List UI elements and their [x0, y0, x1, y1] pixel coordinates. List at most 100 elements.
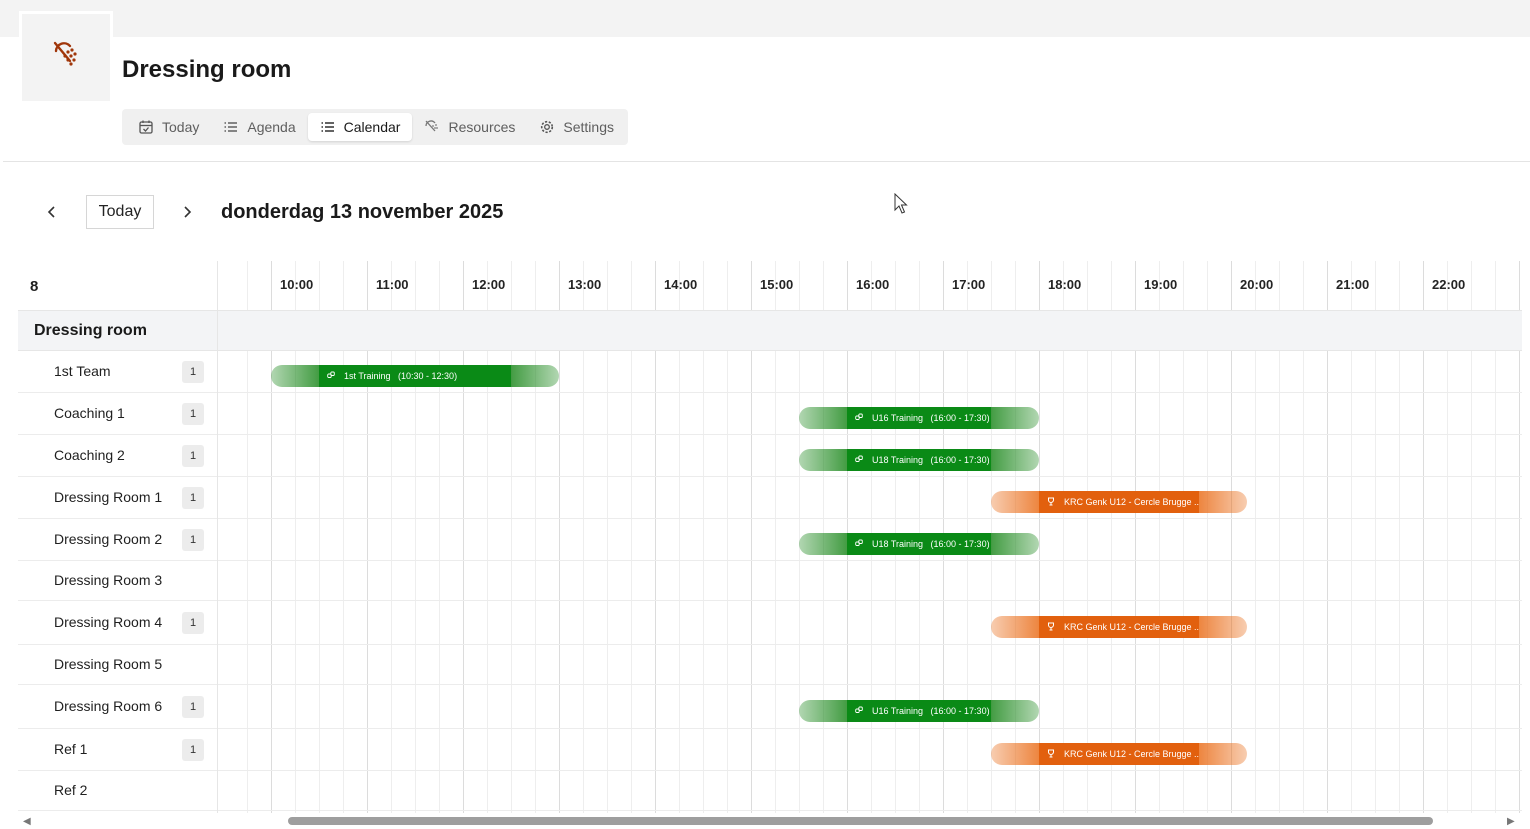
- scroll-right-icon[interactable]: ▶: [1507, 816, 1515, 827]
- resource-list: 1st Team 1 Coaching 1 1 Coaching 2 1 Dressing …: [18, 351, 218, 813]
- resource-row-divider: [18, 392, 1522, 393]
- list-icon: [321, 122, 334, 132]
- hour-tick-label: 14:00: [664, 277, 698, 292]
- resource-row-divider: [18, 684, 1522, 685]
- training-event[interactable]: 1st Training (10:30 - 12:30): [271, 365, 559, 387]
- resource-row-divider: [18, 518, 1522, 519]
- calendar-check-icon: [139, 120, 153, 134]
- trophy-icon: [1047, 622, 1055, 633]
- chevron-right-icon: [184, 206, 192, 218]
- tab-resources-label: Resources: [448, 119, 516, 135]
- top-strip: [0, 0, 1530, 37]
- gear-icon: [541, 120, 554, 134]
- tab-today-label: Today: [162, 119, 200, 135]
- event-core[interactable]: 1st Training (10:30 - 12:30): [319, 365, 511, 387]
- prev-day-button[interactable]: [40, 200, 64, 224]
- trophy-icon: [1047, 749, 1055, 760]
- today-button[interactable]: Today: [86, 195, 154, 229]
- group-separator: [217, 311, 218, 351]
- match-event[interactable]: KRC Genk U12 - Cercle Brugge ...: [991, 743, 1248, 765]
- tab-settings[interactable]: Settings: [527, 113, 626, 141]
- resource-group-row[interactable]: Dressing room: [18, 311, 1522, 351]
- hour-tick-label: 21:00: [1336, 277, 1370, 292]
- resource-row-divider: [18, 434, 1522, 435]
- resource-row-label[interactable]: Ref 1: [54, 741, 87, 757]
- tab-today[interactable]: Today: [126, 113, 211, 141]
- training-event[interactable]: U18 Training (16:00 - 17:30): [799, 449, 1039, 471]
- resource-group-label: Dressing room: [34, 322, 147, 339]
- resource-row-divider: [18, 728, 1522, 729]
- resource-row-label[interactable]: Coaching 1: [54, 405, 125, 421]
- training-event[interactable]: U18 Training (16:00 - 17:30): [799, 533, 1039, 555]
- current-date-title: donderdag 13 november 2025: [221, 201, 504, 223]
- resource-row-label[interactable]: Dressing Room 4: [54, 614, 162, 630]
- event-label: U16 Training (16:00 - 17:30): [872, 413, 990, 423]
- resource-row-label[interactable]: Dressing Room 2: [54, 531, 162, 547]
- event-core[interactable]: U16 Training (16:00 - 17:30): [847, 407, 991, 429]
- resource-row-divider: [18, 600, 1522, 601]
- link-icon: [327, 371, 335, 381]
- event-core[interactable]: U18 Training (16:00 - 17:30): [847, 533, 991, 555]
- trophy-icon: [1047, 497, 1055, 508]
- event-label: KRC Genk U12 - Cercle Brugge ...: [1064, 622, 1200, 632]
- resource-row-divider: [18, 476, 1522, 477]
- scroll-left-icon[interactable]: ◀: [23, 816, 31, 827]
- resource-booking-count-badge: 1: [182, 696, 204, 718]
- resource-booking-count-badge: 1: [182, 739, 204, 761]
- hour-tick-label: 10:00: [280, 277, 314, 292]
- hour-tick-label: 13:00: [568, 277, 602, 292]
- tab-agenda-label: Agenda: [247, 119, 296, 135]
- tab-calendar[interactable]: Calendar: [307, 113, 413, 141]
- hour-tick-label: 20:00: [1240, 277, 1274, 292]
- list-icon: [224, 122, 238, 132]
- match-event[interactable]: KRC Genk U12 - Cercle Brugge ...: [991, 491, 1248, 513]
- resource-row-label[interactable]: Dressing Room 3: [54, 572, 162, 588]
- resource-row-divider: [18, 810, 1522, 811]
- tab-agenda[interactable]: Agenda: [211, 113, 307, 141]
- training-event[interactable]: U16 Training (16:00 - 17:30): [799, 700, 1039, 722]
- link-icon: [855, 455, 863, 465]
- time-header: 10:00 11:00 12:00 13:00 14:00 15:00 16:00 17:00…: [218, 261, 1522, 311]
- scheduler-corner: 8: [18, 261, 218, 311]
- resource-row-label[interactable]: Dressing Room 1: [54, 489, 162, 505]
- match-event[interactable]: KRC Genk U12 - Cercle Brugge ...: [991, 616, 1248, 638]
- event-label: KRC Genk U12 - Cercle Brugge ...: [1064, 749, 1200, 759]
- page-title: Dressing room: [122, 56, 292, 83]
- resource-row-label[interactable]: 1st Team: [54, 363, 111, 379]
- view-tabs: Today Agenda Calendar Resources Settings: [122, 109, 628, 145]
- resource-row-divider: [18, 770, 1522, 771]
- resource-scheduler: 8 10:00 11:00 12:00 13:00 14:00 15:00 16:00 17:…: [18, 261, 1522, 813]
- next-day-button[interactable]: [175, 200, 199, 224]
- hour-tick-label: 11:00: [376, 277, 409, 292]
- event-label: U18 Training (16:00 - 17:30): [872, 455, 990, 465]
- event-label: 1st Training (10:30 - 12:30): [344, 371, 458, 381]
- event-core[interactable]: KRC Genk U12 - Cercle Brugge ...: [1039, 616, 1200, 638]
- resource-row-label[interactable]: Ref 2: [54, 782, 87, 798]
- resource-booking-count-badge: 1: [182, 361, 204, 383]
- resource-booking-count-badge: 1: [182, 612, 204, 634]
- hour-tick-label: 19:00: [1144, 277, 1178, 292]
- resource-booking-count-badge: 1: [182, 445, 204, 467]
- event-core[interactable]: KRC Genk U12 - Cercle Brugge ...: [1039, 491, 1200, 513]
- header-divider: [3, 161, 1530, 162]
- event-core[interactable]: U16 Training (16:00 - 17:30): [847, 700, 991, 722]
- event-core[interactable]: U18 Training (16:00 - 17:30): [847, 449, 991, 471]
- resource-row-label[interactable]: Dressing Room 5: [54, 656, 162, 672]
- event-core[interactable]: KRC Genk U12 - Cercle Brugge ...: [1039, 743, 1200, 765]
- shower-off-icon: [48, 37, 84, 78]
- resource-row-label[interactable]: Dressing Room 6: [54, 698, 162, 714]
- link-icon: [855, 413, 863, 423]
- tab-resources[interactable]: Resources: [412, 113, 527, 141]
- scrollbar-thumb[interactable]: [288, 817, 1433, 825]
- resource-booking-count-badge: 1: [182, 529, 204, 551]
- hour-tick-label: 22:00: [1432, 277, 1466, 292]
- mouse-cursor-icon: [894, 192, 908, 220]
- resource-row-label[interactable]: Coaching 2: [54, 447, 125, 463]
- event-label: U18 Training (16:00 - 17:30): [872, 539, 990, 549]
- hour-tick-label: 12:00: [472, 277, 506, 292]
- resource-booking-count-badge: 1: [182, 403, 204, 425]
- link-icon: [855, 706, 863, 716]
- resource-logo: [19, 11, 113, 104]
- horizontal-scrollbar[interactable]: ◀ ▶: [18, 813, 1522, 829]
- training-event[interactable]: U16 Training (16:00 - 17:30): [799, 407, 1039, 429]
